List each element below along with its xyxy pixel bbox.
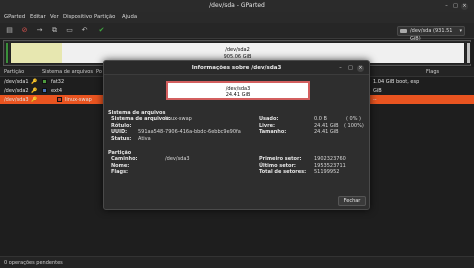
partition-info-dialog: Informações sobre /dev/sda3 – □ × /dev/s… <box>103 60 370 210</box>
close-button[interactable]: Fechar <box>338 196 366 206</box>
row-used: GiB <box>373 87 382 94</box>
window-title: /dev/sda - GParted <box>209 2 265 9</box>
menu-ajuda[interactable]: Ajuda <box>122 14 137 20</box>
close-icon[interactable]: × <box>461 3 468 10</box>
chevron-down-icon: ▾ <box>459 28 462 34</box>
fs-color-swatch <box>42 78 47 84</box>
row-size: 1.04 GiB <box>373 78 395 85</box>
col-filesystem[interactable]: Sistema de arquivos <box>42 69 93 75</box>
row-partition: /dev/sda3 <box>4 96 29 103</box>
uuid-value: 591aa548-7906-416a-bbdc-6ebbc9e90fa <box>138 129 241 135</box>
dialog-maximize-icon[interactable]: □ <box>347 65 354 72</box>
key-icon: 🔑 <box>31 96 38 103</box>
dialog-close-icon[interactable]: × <box>357 65 364 72</box>
status-label: Status: <box>111 136 132 142</box>
minimize-icon[interactable]: – <box>443 3 450 10</box>
row-fs: fat32 <box>51 78 65 85</box>
resize-icon[interactable]: → <box>35 26 44 35</box>
row-used: -- <box>373 96 377 103</box>
uuid-label: UUID: <box>111 129 128 135</box>
partition-graphic: /dev/sda3 24.41 GiB <box>166 81 310 100</box>
size-value: 24.41 GiB <box>314 129 339 135</box>
row-partition: /dev/sda1 <box>4 78 29 85</box>
first-sector-value: 1902323760 <box>314 156 346 162</box>
row-fs: linux-swap <box>65 96 92 103</box>
paste-icon[interactable]: ▭ <box>65 26 74 35</box>
toolbar: ▤ ⊘ → ⧉ ▭ ↶ ✔ /dev/sda (931.51 GiB) ▾ <box>0 23 474 42</box>
path-label: Caminho: <box>111 156 138 162</box>
total-sectors-value: 51199952 <box>314 169 340 175</box>
delete-icon[interactable]: ⊘ <box>20 26 29 35</box>
menu-ver[interactable]: Ver <box>50 14 59 20</box>
free-pct: ( 100%) <box>344 123 364 129</box>
partition-graphic-size: 24.41 GiB <box>225 92 251 98</box>
menu-particao[interactable]: Partição <box>94 14 115 20</box>
key-icon: 🔑 <box>31 87 38 94</box>
menu-dispositivo[interactable]: Dispositivo <box>63 14 92 20</box>
dialog-title: Informações sobre /dev/sda3 <box>191 65 282 71</box>
status-bar: 0 operações pendentes <box>0 256 474 268</box>
disk-map-sda1[interactable] <box>5 42 9 64</box>
row-fs: ext4 <box>51 87 63 94</box>
fs-label: Sistema de arquivos: <box>111 116 171 122</box>
col-flags[interactable]: Flags <box>426 69 439 75</box>
fs-value: linux-swap <box>165 116 192 122</box>
row-flags: boot, esp <box>396 78 420 85</box>
menu-gparted[interactable]: GParted <box>4 14 25 20</box>
dialog-header: Informações sobre /dev/sda3 – □ × <box>104 61 369 75</box>
menu-editar[interactable]: Editar <box>30 14 46 20</box>
first-sector-label: Primeiro setor: <box>259 156 302 162</box>
fs-color-swatch <box>57 96 62 102</box>
col-partition[interactable]: Partição <box>4 69 24 75</box>
disk-icon <box>400 29 407 33</box>
maximize-icon[interactable]: □ <box>452 3 459 10</box>
size-label: Tamanho: <box>259 129 287 135</box>
used-value: 0.0 B <box>314 116 327 122</box>
copy-icon[interactable]: ⧉ <box>50 26 59 35</box>
used-label: Usado: <box>259 116 279 122</box>
pending-operations: 0 operações pendentes <box>4 260 63 266</box>
total-sectors-label: Total de setores: <box>259 169 307 175</box>
disk-map-sda3[interactable] <box>466 42 471 64</box>
fs-color-swatch <box>42 87 47 93</box>
col-mount[interactable]: Po <box>96 69 102 75</box>
used-pct: ( 0% ) <box>346 116 362 122</box>
status-value: Ativa <box>138 136 151 142</box>
flags-label: Flags: <box>111 169 129 175</box>
row-partition: /dev/sda2 <box>4 87 29 94</box>
title-bar: /dev/sda - GParted – □ × <box>0 0 474 12</box>
dialog-minimize-icon[interactable]: – <box>337 65 344 72</box>
used-space-bar <box>11 43 62 63</box>
undo-icon[interactable]: ↶ <box>80 26 89 35</box>
apply-icon[interactable]: ✔ <box>97 26 106 35</box>
new-partition-icon[interactable]: ▤ <box>5 26 14 35</box>
path-value: /dev/sda3 <box>165 156 190 162</box>
device-selector[interactable]: /dev/sda (931.51 GiB) ▾ <box>397 26 465 42</box>
menu-bar: GParted Editar Ver Dispositivo Partição … <box>0 12 474 23</box>
disk-map-name: /dev/sda2 <box>225 47 250 53</box>
key-icon: 🔑 <box>31 78 38 85</box>
